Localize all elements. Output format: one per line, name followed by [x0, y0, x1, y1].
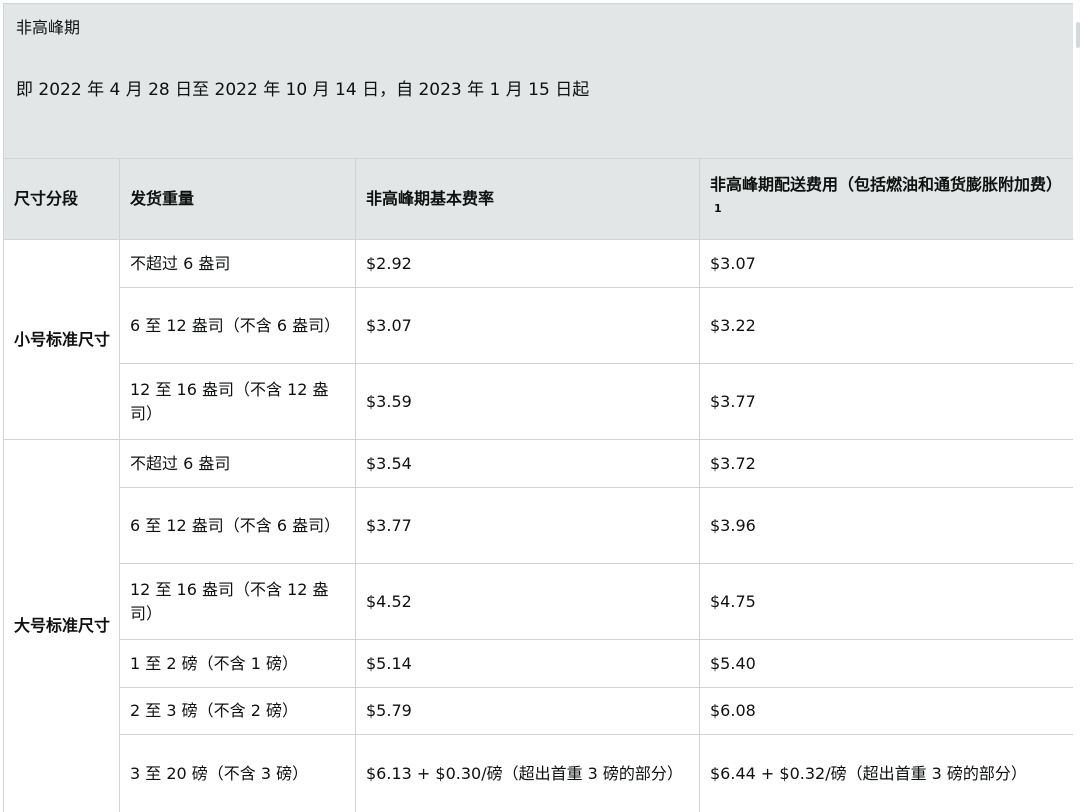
table-row: 1 至 2 磅（不含 1 磅） $5.14 $5.40: [4, 640, 1074, 688]
base-rate-cell: $6.13 + $0.30/磅（超出首重 3 磅的部分）: [356, 735, 700, 812]
weight-cell: 不超过 6 盎司: [120, 440, 356, 488]
weight-cell: 不超过 6 盎司: [120, 240, 356, 288]
tier-large-standard: 大号标准尺寸: [4, 440, 120, 812]
base-rate-cell: $3.59: [356, 364, 700, 440]
base-rate-cell: $2.92: [356, 240, 700, 288]
table-row: 6 至 12 盎司（不含 6 盎司） $3.77 $3.96: [4, 488, 1074, 564]
fee-rate-table: 非高峰期 即 2022 年 4 月 28 日至 2022 年 10 月 14 日…: [3, 3, 1074, 812]
fee-cell: $3.72: [700, 440, 1074, 488]
fulfillment-fee-label: 非高峰期配送费用（包括燃油和通货膨胀附加费）: [710, 175, 1062, 194]
base-rate-cell: $5.14: [356, 640, 700, 688]
column-header-weight: 发货重量: [120, 159, 356, 240]
weight-cell: 3 至 20 磅（不含 3 磅）: [120, 735, 356, 812]
table-title: 非高峰期: [16, 16, 1061, 40]
table-row: 小号标准尺寸 不超过 6 盎司 $2.92 $3.07: [4, 240, 1074, 288]
fee-cell: $4.75: [700, 564, 1074, 640]
base-rate-cell: $3.54: [356, 440, 700, 488]
base-rate-cell: $3.07: [356, 288, 700, 364]
weight-cell: 6 至 12 盎司（不含 6 盎司）: [120, 488, 356, 564]
base-rate-cell: $3.77: [356, 488, 700, 564]
fee-cell: $6.44 + $0.32/磅（超出首重 3 磅的部分）: [700, 735, 1074, 812]
table-row: 大号标准尺寸 不超过 6 盎司 $3.54 $3.72: [4, 440, 1074, 488]
column-header-fulfillment-fee: 非高峰期配送费用（包括燃油和通货膨胀附加费） 1: [700, 159, 1074, 240]
column-header-tier: 尺寸分段: [4, 159, 120, 240]
table-row: 2 至 3 磅（不含 2 磅） $5.79 $6.08: [4, 688, 1074, 735]
footnote-marker: 1: [714, 202, 722, 215]
scrollbar-thumb[interactable]: [1076, 22, 1080, 48]
table-row: 6 至 12 盎司（不含 6 盎司） $3.07 $3.22: [4, 288, 1074, 364]
fee-cell: $3.77: [700, 364, 1074, 440]
fee-cell: $5.40: [700, 640, 1074, 688]
fee-cell: $3.07: [700, 240, 1074, 288]
page: 非高峰期 即 2022 年 4 月 28 日至 2022 年 10 月 14 日…: [0, 0, 1080, 812]
date-range-text: 即 2022 年 4 月 28 日至 2022 年 10 月 14 日，自 20…: [16, 78, 1061, 102]
base-rate-cell: $4.52: [356, 564, 700, 640]
fee-cell: $3.22: [700, 288, 1074, 364]
page-edge: [1073, 0, 1080, 812]
table-row: 12 至 16 盎司（不含 12 盎司） $4.52 $4.75: [4, 564, 1074, 640]
table-header-row: 非高峰期 即 2022 年 4 月 28 日至 2022 年 10 月 14 日…: [4, 4, 1074, 159]
table-row: 3 至 20 磅（不含 3 磅） $6.13 + $0.30/磅（超出首重 3 …: [4, 735, 1074, 812]
weight-cell: 12 至 16 盎司（不含 12 盎司）: [120, 564, 356, 640]
off-peak-header: 非高峰期 即 2022 年 4 月 28 日至 2022 年 10 月 14 日…: [4, 4, 1074, 159]
tier-small-standard: 小号标准尺寸: [4, 240, 120, 440]
weight-cell: 2 至 3 磅（不含 2 磅）: [120, 688, 356, 735]
base-rate-cell: $5.79: [356, 688, 700, 735]
weight-cell: 12 至 16 盎司（不含 12 盎司）: [120, 364, 356, 440]
column-header-base-rate: 非高峰期基本费率: [356, 159, 700, 240]
table-row: 12 至 16 盎司（不含 12 盎司） $3.59 $3.77: [4, 364, 1074, 440]
column-header-row: 尺寸分段 发货重量 非高峰期基本费率 非高峰期配送费用（包括燃油和通货膨胀附加费…: [4, 159, 1074, 240]
fee-cell: $6.08: [700, 688, 1074, 735]
fee-cell: $3.96: [700, 488, 1074, 564]
weight-cell: 1 至 2 磅（不含 1 磅）: [120, 640, 356, 688]
weight-cell: 6 至 12 盎司（不含 6 盎司）: [120, 288, 356, 364]
